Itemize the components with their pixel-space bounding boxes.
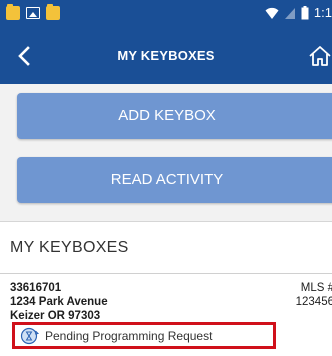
status-bar: 1:1 xyxy=(0,0,332,28)
folder-icon xyxy=(46,4,60,20)
read-activity-label: READ ACTIVITY xyxy=(110,171,224,188)
app-screen: 1:1 MY KEYBOXES ADD KEYBOX READ ACTIVITY… xyxy=(0,0,332,356)
signal-icon xyxy=(284,7,295,19)
keybox-address-line2: Keizer OR 97303 xyxy=(10,310,101,322)
folder-icon xyxy=(6,4,20,20)
mls-label: MLS # xyxy=(300,282,332,294)
battery-icon xyxy=(301,5,309,19)
read-activity-button[interactable]: READ ACTIVITY xyxy=(17,157,332,203)
keybox-list-item[interactable]: 33616701 1234 Park Avenue Keizer OR 9730… xyxy=(0,273,332,356)
section-header: MY KEYBOXES xyxy=(0,221,332,274)
home-icon xyxy=(309,46,331,66)
wifi-icon xyxy=(265,7,279,19)
keybox-address-line1: 1234 Park Avenue xyxy=(10,296,108,308)
home-button[interactable] xyxy=(302,38,332,74)
status-time: 1:1 xyxy=(313,5,332,20)
notification-icons xyxy=(6,4,60,20)
mls-number: 123456 xyxy=(295,296,332,308)
add-keybox-button[interactable]: ADD KEYBOX xyxy=(17,93,332,139)
hourglass-icon xyxy=(20,327,40,345)
page-title: MY KEYBOXES xyxy=(117,48,215,63)
app-header: MY KEYBOXES xyxy=(0,28,332,84)
pending-status: Pending Programming Request xyxy=(12,322,276,349)
main-content: ADD KEYBOX READ ACTIVITY MY KEYBOXES 336… xyxy=(0,84,332,356)
keybox-serial: 33616701 xyxy=(10,282,62,294)
system-icons: 1:1 xyxy=(265,5,332,20)
pending-status-text: Pending Programming Request xyxy=(45,329,213,343)
section-title: MY KEYBOXES xyxy=(10,239,129,256)
image-icon xyxy=(26,7,40,19)
add-keybox-label: ADD KEYBOX xyxy=(118,107,216,124)
